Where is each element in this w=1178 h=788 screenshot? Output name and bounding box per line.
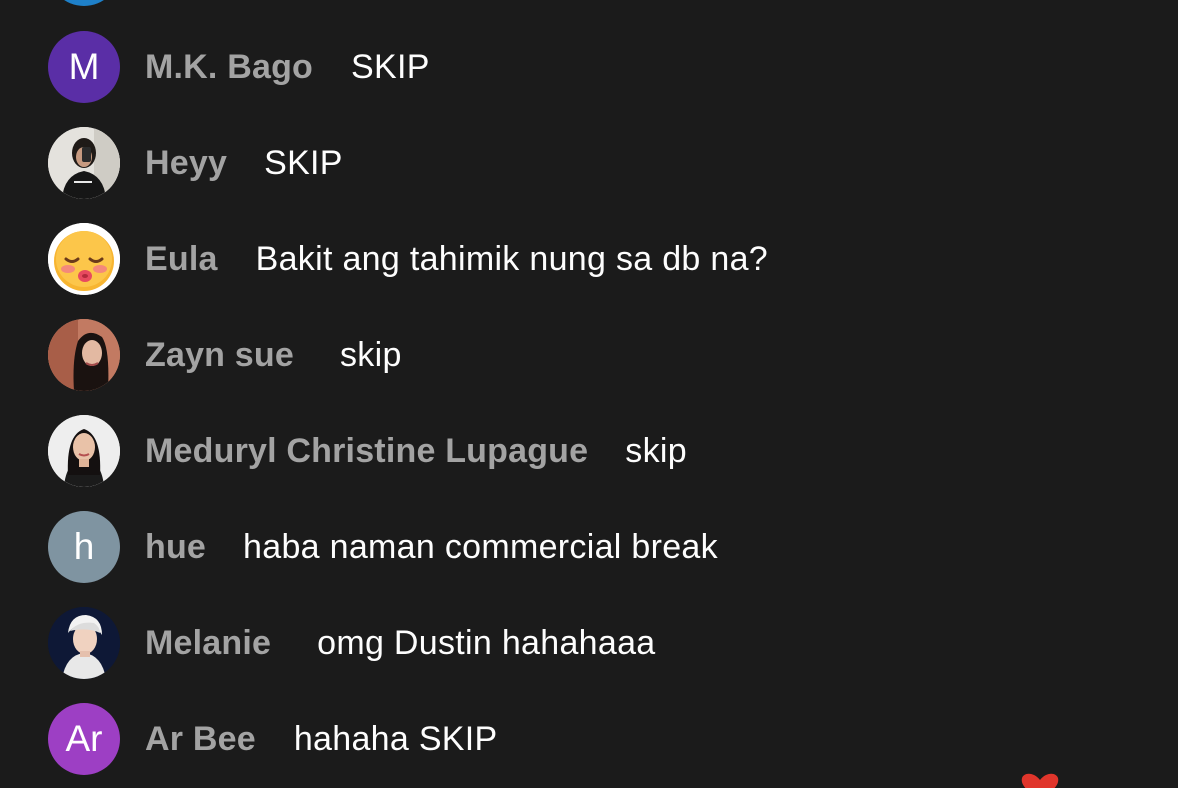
avatar[interactable]	[48, 319, 120, 391]
chat-message: M M.K. Bago SKIP	[48, 31, 430, 103]
profile-photo-icon	[48, 127, 120, 199]
comment-text: hahaha SKIP	[293, 719, 498, 758]
avatar[interactable]	[48, 223, 120, 295]
heart-reaction-icon	[1021, 773, 1059, 788]
comment-text: haba naman commercial break	[243, 527, 718, 566]
avatar[interactable]	[48, 127, 120, 199]
commenter-name[interactable]: hue	[145, 528, 206, 567]
commenter-name[interactable]: Eula	[145, 240, 218, 279]
avatar-partial[interactable]	[48, 0, 120, 6]
avatar[interactable]: M	[48, 31, 120, 103]
chat-message: Eula Bakit ang tahimik nung sa db na?	[48, 223, 768, 295]
profile-photo-icon	[48, 319, 120, 391]
live-chat-list: M M.K. Bago SKIP Heyy SKIP Eula Bakit an…	[0, 0, 1178, 788]
avatar[interactable]: h	[48, 511, 120, 583]
commenter-name[interactable]: Melanie	[145, 624, 271, 663]
comment-text: skip	[625, 431, 687, 470]
comment-text: Bakit ang tahimik nung sa db na?	[255, 239, 768, 278]
avatar-initial: h	[73, 526, 95, 567]
commenter-name[interactable]: Meduryl Christine Lupague	[145, 432, 588, 471]
commenter-name[interactable]: Ar Bee	[145, 720, 256, 759]
commenter-name[interactable]: Heyy	[145, 144, 227, 183]
comment-text: omg Dustin hahahaaa	[317, 623, 656, 662]
comment-text: SKIP	[264, 143, 343, 182]
avatar-initial: Ar	[65, 718, 103, 759]
profile-photo-icon	[48, 415, 120, 487]
commenter-name[interactable]: Zayn sue	[145, 336, 294, 375]
commenter-name[interactable]: M.K. Bago	[145, 48, 313, 87]
comment-text: SKIP	[351, 47, 430, 86]
avatar[interactable]: Ar	[48, 703, 120, 775]
chat-message: Ar Ar Bee hahaha SKIP	[48, 703, 498, 775]
avatar[interactable]	[48, 607, 120, 679]
avatar-initial: M	[68, 46, 100, 87]
chat-message: Heyy SKIP	[48, 127, 343, 199]
profile-photo-icon	[48, 607, 120, 679]
chat-message: Meduryl Christine Lupague skip	[48, 415, 687, 487]
comment-text: skip	[340, 335, 402, 374]
chat-message: Melanie omg Dustin hahahaaa	[48, 607, 656, 679]
chat-message: Zayn sue skip	[48, 319, 402, 391]
kissing-emoji-icon	[48, 223, 120, 295]
chat-message: h hue haba naman commercial break	[48, 511, 718, 583]
avatar[interactable]	[48, 415, 120, 487]
